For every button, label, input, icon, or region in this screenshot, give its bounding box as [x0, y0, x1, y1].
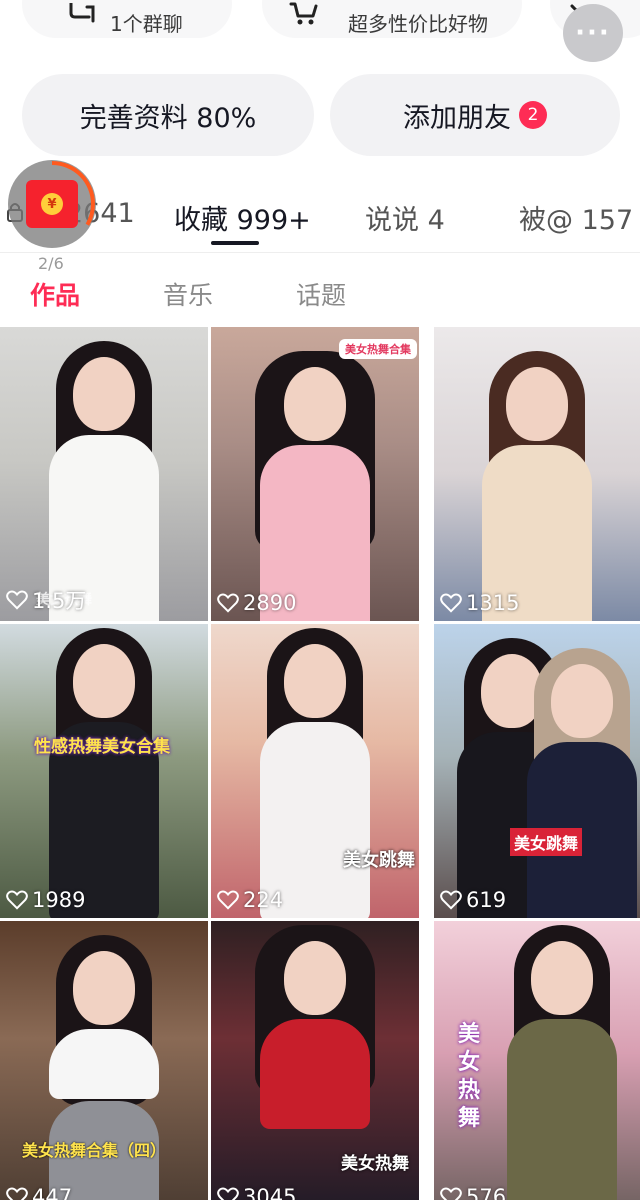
tab-posts[interactable]: 说说 4 [365, 198, 445, 237]
divider [0, 252, 640, 253]
tab-music[interactable]: 音乐 [163, 276, 213, 312]
favorites-label: 收藏 999+ [174, 205, 311, 236]
group-chat-label: 1个群聊 [110, 12, 183, 36]
heart-outline-icon [217, 1187, 239, 1200]
like-count: 447 [6, 1185, 72, 1200]
stats-tabs: 2641 收藏 999+ 说说 4 被@ 157 [0, 180, 640, 252]
video-thumbnail[interactable]: 性感热舞美女合集 1989 [0, 624, 208, 918]
video-thumbnail[interactable]: 美女热舞 576 [434, 921, 640, 1200]
like-count: 224 [217, 888, 283, 912]
like-count: 1315 [440, 591, 519, 615]
tab-favorites[interactable]: 收藏 999+ [174, 198, 311, 237]
video-grid: 美女热舞 1.5万 美女热舞合集 2890 1315 性感热舞美女合集 1989… [0, 327, 640, 1200]
heart-outline-icon [217, 890, 239, 910]
like-count: 1.5万 [6, 585, 86, 615]
video-caption: 美女跳舞 [343, 850, 415, 871]
like-count-value: 576 [466, 1185, 507, 1200]
video-thumbnail[interactable]: 美女热舞 3045 [211, 921, 419, 1200]
like-count: 3045 [217, 1185, 296, 1200]
video-caption: 美女跳舞 [510, 828, 583, 856]
shortcut-row: 1个群聊 超多性价比好物 ··· [0, 0, 640, 62]
shop-label: 超多性价比好物 [348, 12, 488, 36]
complete-profile-label: 完善资料 80% [79, 102, 257, 134]
like-count: 576 [440, 1185, 506, 1200]
heart-outline-icon [6, 890, 28, 910]
red-envelope-count: 2/6 [38, 254, 64, 273]
like-count-value: 2890 [243, 591, 297, 615]
mentions-label: 被@ 157 [519, 205, 634, 236]
video-caption: 美女热舞 [458, 1022, 481, 1131]
like-count-value: 447 [32, 1185, 73, 1200]
heart-outline-icon [6, 590, 28, 610]
video-thumbnail[interactable]: 美女热舞合集 2890 [211, 327, 419, 621]
like-count-value: 619 [466, 888, 507, 912]
heart-outline-icon [217, 593, 239, 613]
like-count-value: 1.5万 [32, 589, 87, 613]
tab-mentions[interactable]: 被@ 157 [519, 198, 633, 237]
video-thumbnail[interactable]: 美女跳舞 224 [211, 624, 419, 918]
cart-icon [284, 0, 324, 28]
tab-works[interactable]: 作品 [30, 276, 80, 312]
video-thumbnail[interactable]: 美女热舞合集（四） 447 [0, 921, 208, 1200]
tab-topics[interactable]: 话题 [296, 276, 346, 312]
shop-shortcut[interactable]: 超多性价比好物 [262, 0, 522, 38]
video-caption: 美女热舞合集 [339, 339, 417, 359]
posts-label: 说说 4 [365, 205, 445, 236]
coin-icon: ¥ [41, 193, 63, 215]
video-caption: 美女热舞 [341, 1154, 409, 1174]
complete-profile-button[interactable]: 完善资料 80% [22, 74, 314, 156]
red-envelope-icon: ¥ [26, 180, 78, 228]
heart-outline-icon [440, 1187, 462, 1200]
group-chat-shortcut[interactable]: 1个群聊 [22, 0, 232, 38]
add-friend-button[interactable]: 添加朋友 2 [330, 74, 620, 156]
profile-page: 1个群聊 超多性价比好物 ··· 完善资料 80% 添加朋友 2 2641 收藏… [0, 0, 640, 1200]
like-count-value: 1989 [32, 888, 86, 912]
more-icon: ··· [575, 18, 611, 48]
like-count: 1989 [6, 888, 85, 912]
like-count-value: 224 [243, 888, 284, 912]
like-count: 2890 [217, 591, 296, 615]
active-tab-indicator [211, 241, 259, 245]
video-thumbnail[interactable]: 1315 [434, 327, 640, 621]
more-button[interactable]: ··· [563, 4, 623, 62]
like-count-value: 1315 [466, 591, 520, 615]
video-caption: 性感热舞美女合集 [34, 737, 170, 757]
video-thumbnail[interactable]: 美女热舞 1.5万 [0, 327, 208, 621]
red-envelope-widget[interactable]: ¥ [8, 160, 96, 248]
like-count-value: 3045 [243, 1185, 297, 1200]
chat-icon [62, 0, 102, 28]
add-friend-label: 添加朋友 [403, 102, 511, 134]
like-count: 619 [440, 888, 506, 912]
friend-request-badge: 2 [519, 101, 547, 129]
video-caption: 美女热舞合集（四） [22, 1141, 167, 1160]
heart-outline-icon [440, 890, 462, 910]
heart-outline-icon [440, 593, 462, 613]
video-thumbnail[interactable]: 美女跳舞 619 [434, 624, 640, 918]
heart-outline-icon [6, 1187, 28, 1200]
